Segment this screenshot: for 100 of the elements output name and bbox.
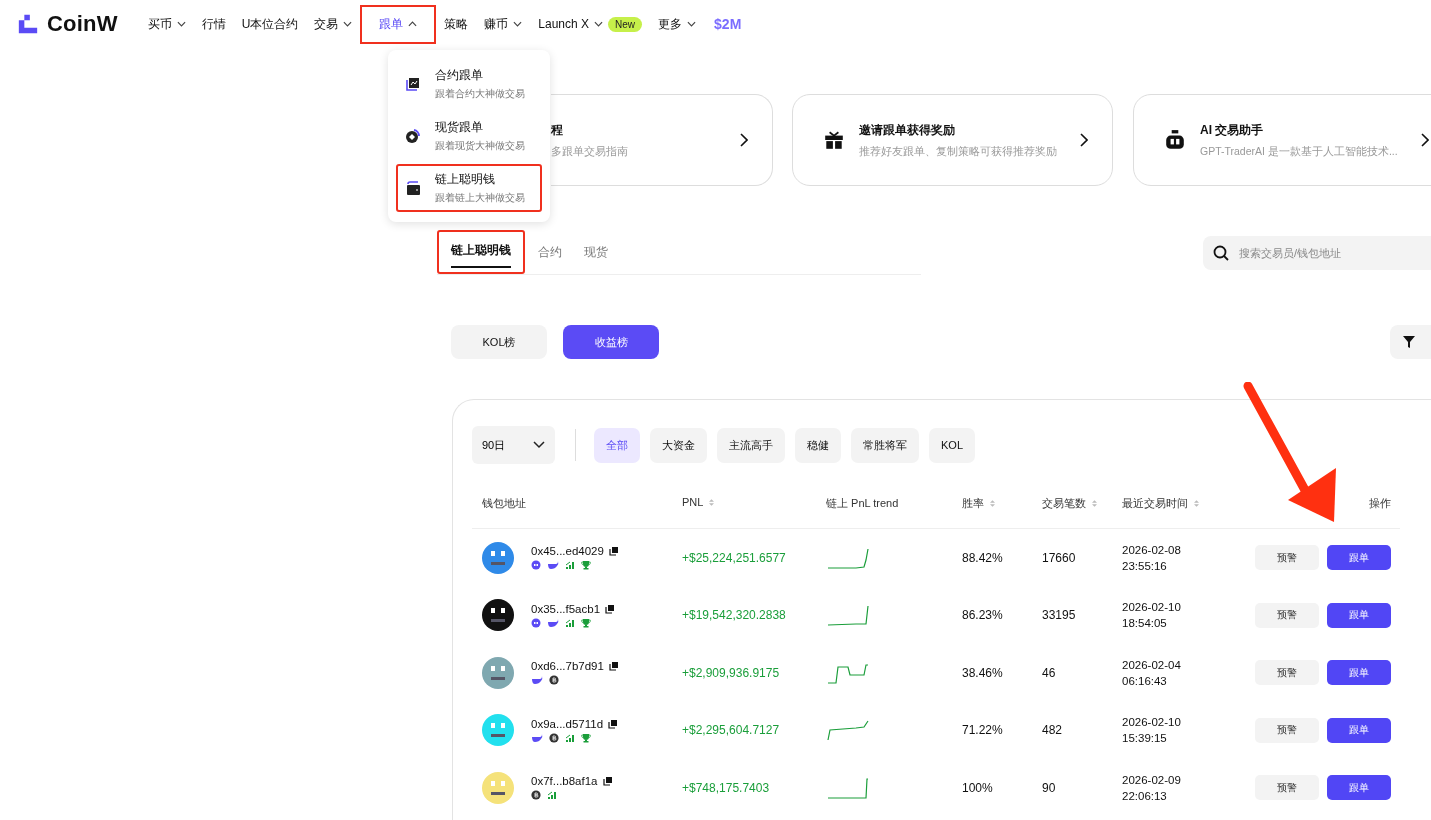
- coin-icon: [549, 732, 559, 743]
- nav-item[interactable]: U本位合约: [233, 4, 307, 44]
- nav-item[interactable]: 交易: [306, 4, 361, 44]
- nav-item[interactable]: 买币: [139, 4, 194, 44]
- tab[interactable]: 合约: [529, 232, 571, 274]
- copy-icon[interactable]: [608, 718, 619, 729]
- menu-item-subtitle: 跟着现货大神做交易: [435, 139, 525, 153]
- filter-chip[interactable]: 常胜将军: [851, 427, 919, 463]
- logo-icon: [17, 13, 39, 35]
- coin-icon: [549, 675, 559, 686]
- search-icon: [1213, 244, 1229, 261]
- follow-button[interactable]: 跟单: [1327, 602, 1391, 628]
- menu-item[interactable]: 合约跟单 跟着合约大神做交易: [396, 60, 542, 108]
- filter-chip[interactable]: 全部: [594, 427, 640, 463]
- tab[interactable]: 现货: [575, 232, 617, 274]
- bar-chart-icon: [547, 790, 557, 801]
- nav-item[interactable]: 策略: [436, 4, 477, 44]
- copy-icon[interactable]: [608, 546, 619, 557]
- menu-item-subtitle: 跟着合约大神做交易: [435, 87, 525, 101]
- pnl-value: +$25,224,251.6577: [682, 550, 786, 565]
- gift-icon: [823, 129, 845, 151]
- trade-date: 2026-02-10: [1122, 601, 1181, 614]
- search-input[interactable]: 搜索交易员/钱包地址: [1237, 245, 1431, 260]
- trophy-icon: [581, 560, 591, 571]
- wallet-address: 0x45...ed4029: [531, 545, 604, 558]
- follow-button[interactable]: 跟单: [1327, 660, 1391, 686]
- menu-item-title: 现货跟单: [435, 119, 484, 136]
- caret-icon: [408, 21, 418, 27]
- trade-count: 46: [1042, 665, 1056, 680]
- filter-chip[interactable]: 主流高手: [717, 427, 785, 463]
- follow-button[interactable]: 跟单: [1327, 717, 1391, 743]
- logo-text: CoinW: [47, 11, 118, 37]
- follow-button[interactable]: 跟单: [1327, 545, 1391, 571]
- copy-icon[interactable]: [602, 776, 613, 787]
- trade-time: 23:55:16: [1122, 559, 1167, 572]
- filter-chip[interactable]: KOL: [929, 427, 975, 463]
- promo-card[interactable]: 邀请跟单获得奖励 推荐好友跟单、复制策略可获得推荐奖励: [792, 94, 1113, 186]
- alert-button[interactable]: 预警: [1255, 545, 1319, 571]
- copy-icon[interactable]: [608, 661, 619, 672]
- robot-icon: [1164, 129, 1186, 151]
- wallet-address: 0x7f...b8af1a: [531, 775, 598, 788]
- nav-item[interactable]: 赚币: [476, 4, 531, 44]
- trophy-icon: [581, 732, 591, 743]
- column-header: 交易笔数: [1042, 496, 1086, 511]
- board-button[interactable]: KOL榜: [451, 325, 547, 359]
- menu-item[interactable]: 链上聪明钱 跟着链上大神做交易: [396, 164, 542, 212]
- alert-button[interactable]: 预警: [1255, 660, 1319, 686]
- filter-button[interactable]: [1390, 325, 1431, 359]
- board-button[interactable]: 收益榜: [563, 325, 659, 359]
- alert-button[interactable]: 预警: [1255, 602, 1319, 628]
- coin-icon: [531, 790, 541, 801]
- trade-date: 2026-02-09: [1122, 773, 1181, 786]
- nav-item[interactable]: 行情: [193, 4, 234, 44]
- chevron-down-icon: [533, 441, 545, 449]
- filter-chip[interactable]: 稳健: [795, 427, 841, 463]
- promo-link[interactable]: $2M: [714, 16, 742, 32]
- wallet-address: 0xd6...7b7d91: [531, 660, 604, 673]
- wallet-address: 0x35...f5acb1: [531, 602, 601, 615]
- trophy-icon: [581, 617, 591, 628]
- pnl-sparkline: [826, 775, 870, 800]
- bar-chart-icon: [565, 560, 575, 571]
- win-rate: 86.23%: [962, 608, 1003, 623]
- column-header: 操作: [1369, 496, 1391, 511]
- trade-time: 18:54:05: [1122, 617, 1167, 630]
- promo-card[interactable]: 程 多跟单交易指南: [551, 94, 773, 186]
- filter-chip[interactable]: 大资金: [650, 427, 707, 463]
- menu-item-title: 链上聪明钱: [435, 171, 496, 188]
- follow-button[interactable]: 跟单: [1327, 775, 1391, 801]
- nav-item[interactable]: 更多: [650, 4, 705, 44]
- pnl-value: +$748,175.7403: [682, 780, 770, 795]
- pnl-sparkline: [826, 603, 870, 628]
- trade-count: 90: [1042, 780, 1056, 795]
- trade-time: 15:39:15: [1122, 732, 1167, 745]
- nav-item[interactable]: 跟单: [360, 4, 437, 44]
- pnl-value: +$2,909,936.9175: [682, 665, 780, 680]
- pnl-sparkline: [826, 718, 870, 743]
- bar-chart-icon: [565, 617, 575, 628]
- trade-count: 482: [1042, 723, 1063, 738]
- chart-icon: [405, 76, 421, 92]
- bar-chart-icon: [565, 732, 575, 743]
- caret-icon: [176, 21, 186, 27]
- chevron-right-icon: [1080, 133, 1088, 147]
- period-dropdown[interactable]: 90日: [472, 426, 555, 464]
- promo-card[interactable]: AI 交易助手 GPT-TraderAI 是一款基于人工智能技术...: [1133, 94, 1431, 186]
- menu-item[interactable]: 现货跟单 跟着现货大神做交易: [396, 112, 542, 160]
- column-header: PNL: [682, 496, 704, 508]
- caret-icon: [513, 21, 523, 27]
- nav-item[interactable]: Launch X New: [530, 5, 651, 43]
- menu-item-subtitle: 跟着链上大神做交易: [435, 191, 525, 205]
- alert-button[interactable]: 预警: [1255, 717, 1319, 743]
- whale-icon: [547, 560, 559, 571]
- search-bar[interactable]: 搜索交易员/钱包地址: [1203, 235, 1431, 270]
- alert-button[interactable]: 预警: [1255, 775, 1319, 801]
- card-title: 程: [551, 121, 564, 139]
- trade-date: 2026-02-04: [1122, 658, 1181, 671]
- tab[interactable]: 链上聪明钱: [437, 230, 525, 274]
- trade-count: 33195: [1042, 608, 1076, 623]
- copy-icon[interactable]: [605, 603, 616, 614]
- caret-icon: [687, 21, 697, 27]
- win-rate: 71.22%: [962, 723, 1003, 738]
